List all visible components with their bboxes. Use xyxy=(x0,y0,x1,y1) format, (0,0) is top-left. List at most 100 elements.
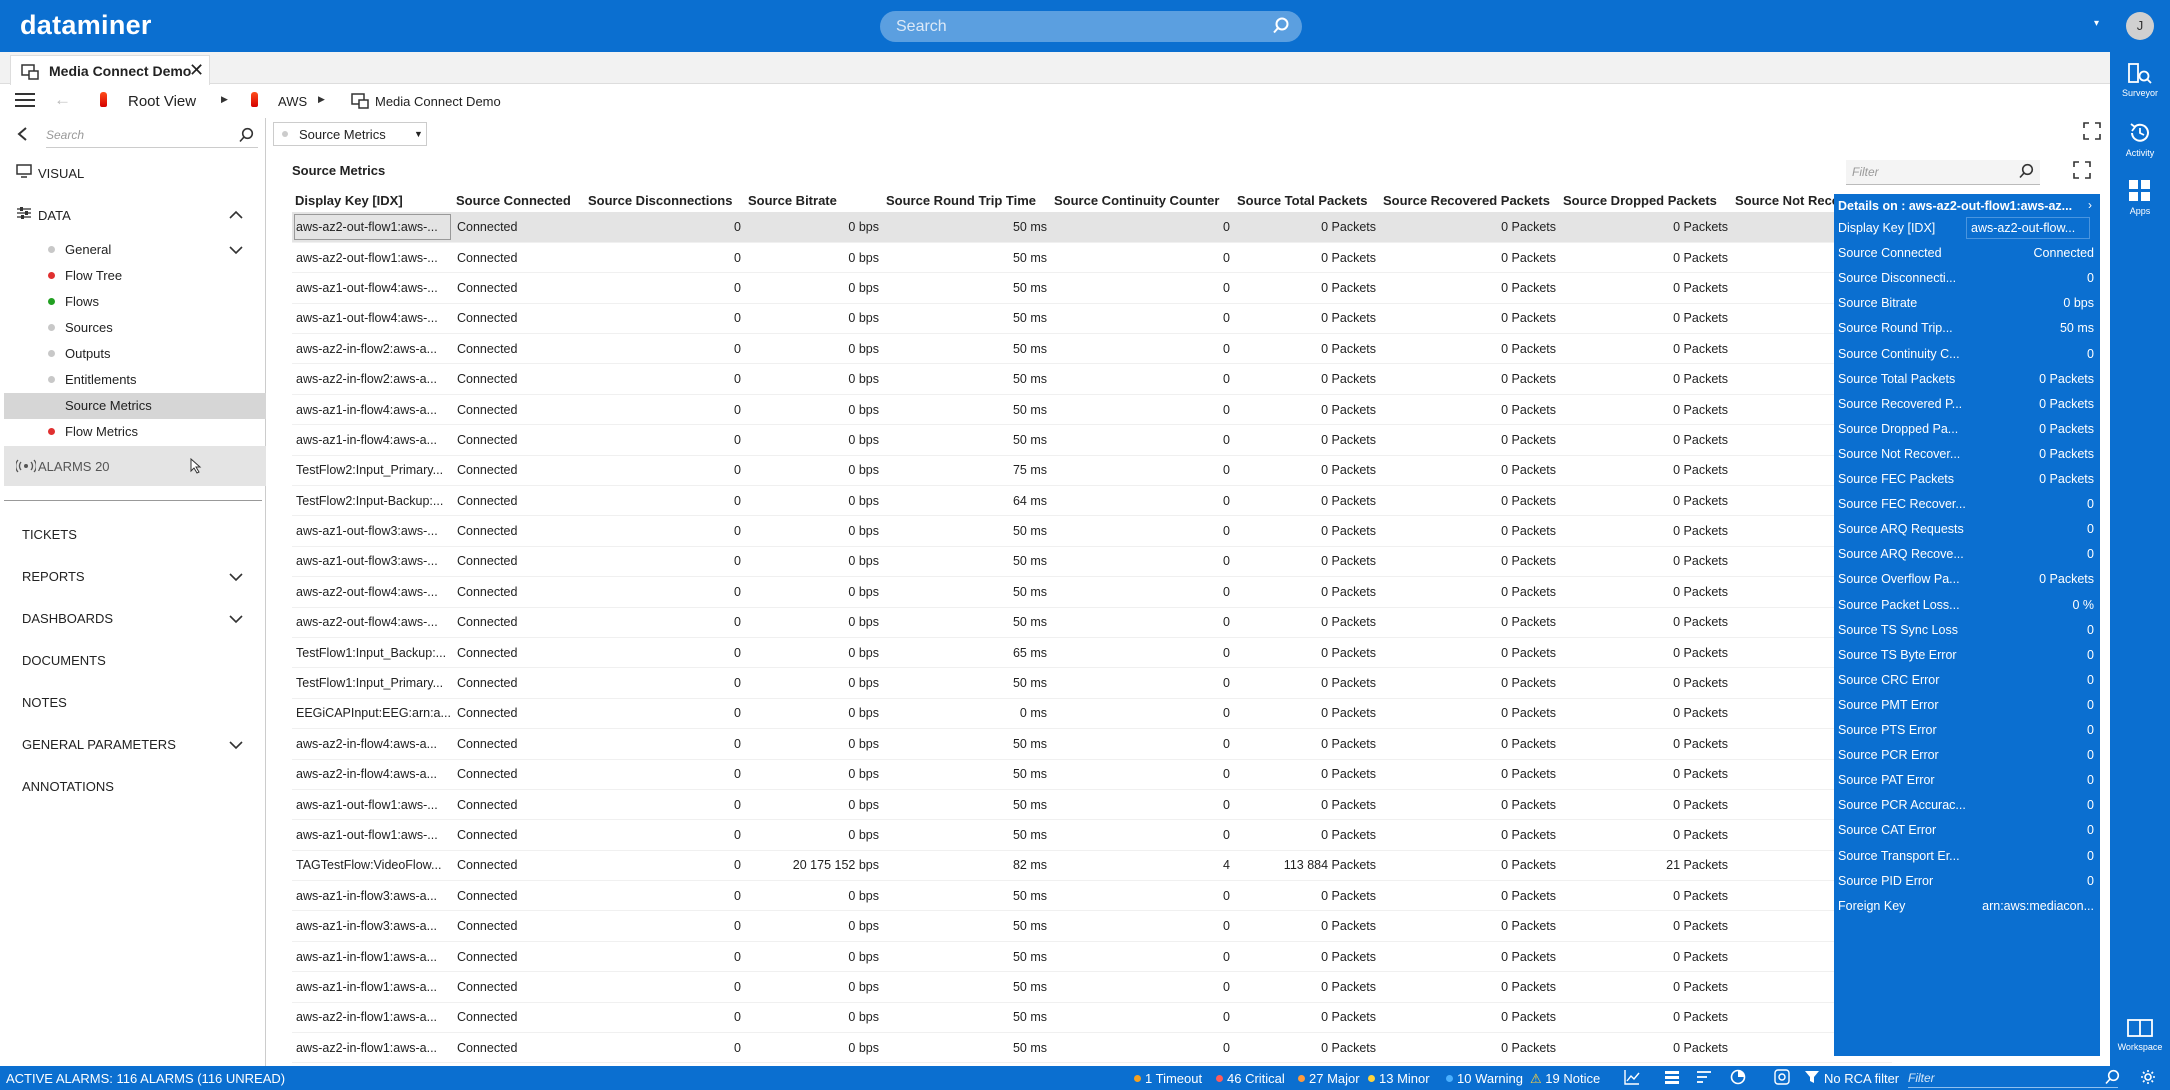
table-row[interactable]: aws-az1-in-flow4:aws-a... Connected 0 0 bps… xyxy=(292,394,1892,426)
display-key-cell[interactable]: TestFlow1:Input_Backup:... xyxy=(292,637,453,669)
search-icon[interactable] xyxy=(2104,1069,2120,1088)
tree-item-sources[interactable]: Sources xyxy=(65,320,113,335)
table-row[interactable]: aws-az1-out-flow1:aws-... Connected 0 0 bps… xyxy=(292,789,1892,821)
critical-count[interactable]: 46 Critical xyxy=(1216,1071,1285,1086)
chevron-down-icon[interactable] xyxy=(228,243,244,259)
column-header[interactable]: Source Connected xyxy=(453,188,585,212)
list-view-icon[interactable] xyxy=(1664,1069,1680,1088)
table-row[interactable]: TestFlow1:Input_Backup:... Connected 0 0 bp… xyxy=(292,637,1892,669)
display-key-cell[interactable]: aws-az2-in-flow4:aws-a... xyxy=(292,759,453,790)
display-key-cell[interactable]: aws-az1-out-flow4:aws-... xyxy=(292,272,453,304)
tree-item-general[interactable]: General xyxy=(65,242,111,257)
section-reports[interactable]: REPORTS xyxy=(22,569,85,584)
column-header[interactable]: Source Dropped Packets xyxy=(1560,188,1732,212)
tree-item-entitlements[interactable]: Entitlements xyxy=(65,372,137,387)
display-key-cell[interactable]: aws-az2-in-flow1:aws-a... xyxy=(292,1032,453,1064)
display-key-cell[interactable]: TestFlow2:Input_Primary... xyxy=(292,455,453,487)
chevron-up-icon[interactable] xyxy=(228,208,244,224)
rail-apps[interactable]: Apps xyxy=(2110,178,2170,216)
display-key-cell[interactable]: aws-az1-in-flow4:aws-a... xyxy=(292,394,453,426)
display-key-cell[interactable]: aws-az2-in-flow2:aws-a... xyxy=(292,363,453,395)
display-key-cell[interactable]: aws-az1-out-flow1:aws-... xyxy=(292,819,453,851)
table-row[interactable]: aws-az2-out-flow4:aws-... Connected 0 0 bps… xyxy=(292,607,1892,638)
display-key-cell[interactable]: aws-az2-in-flow1:aws-a... xyxy=(292,1002,453,1034)
left-search-input[interactable] xyxy=(46,124,226,146)
table-row[interactable]: aws-az2-out-flow1:aws-... Connected 0 0 bps… xyxy=(292,242,1892,274)
column-header[interactable]: Source Bitrate xyxy=(745,188,883,212)
sort-icon[interactable] xyxy=(1696,1069,1712,1088)
table-row[interactable]: aws-az2-in-flow1:aws-a... Connected 0 0 bps… xyxy=(292,1032,1892,1064)
chevron-down-icon[interactable] xyxy=(228,570,244,586)
table-row[interactable]: aws-az1-in-flow4:aws-a... Connected 0 0 bps… xyxy=(292,424,1892,456)
table-selector[interactable]: Source Metrics ▼ xyxy=(273,122,427,146)
search-icon[interactable] xyxy=(1272,17,1290,38)
section-visual[interactable]: VISUAL xyxy=(38,166,84,181)
global-search[interactable] xyxy=(880,11,1302,42)
table-row[interactable]: aws-az1-out-flow3:aws-... Connected 0 0 bps… xyxy=(292,515,1892,547)
status-filter-input[interactable] xyxy=(1908,1068,2078,1087)
rail-activity[interactable]: Activity xyxy=(2110,120,2170,158)
rca-filter[interactable]: No RCA filter xyxy=(1824,1071,1899,1086)
search-icon[interactable] xyxy=(2018,163,2034,182)
table-row[interactable]: aws-az2-in-flow1:aws-a... Connected 0 0 bps… xyxy=(292,1002,1892,1034)
table-row[interactable]: aws-az1-out-flow3:aws-... Connected 0 0 bps… xyxy=(292,546,1892,578)
column-header[interactable]: Source Disconnections xyxy=(585,188,745,212)
table-row[interactable]: aws-az1-out-flow4:aws-... Connected 0 0 bps… xyxy=(292,272,1892,304)
breadcrumb-root-view[interactable]: Root View xyxy=(128,93,196,110)
major-count[interactable]: 27 Major xyxy=(1298,1071,1360,1086)
chevron-down-icon[interactable] xyxy=(228,738,244,754)
column-header[interactable]: Source Continuity Counter xyxy=(1051,188,1234,212)
display-key-cell[interactable]: aws-az1-out-flow4:aws-... xyxy=(292,303,453,335)
table-row[interactable]: aws-az1-in-flow3:aws-a... Connected 0 0 bps… xyxy=(292,880,1892,912)
table-row[interactable]: aws-az1-in-flow1:aws-a... Connected 0 0 bps… xyxy=(292,941,1892,973)
display-key-cell[interactable]: aws-az2-out-flow1:aws-... xyxy=(292,212,453,243)
fullscreen-icon[interactable] xyxy=(2083,122,2101,143)
dropdown-arrow-icon[interactable]: ▾ xyxy=(2094,18,2099,29)
display-key-cell[interactable]: aws-az2-out-flow4:aws-... xyxy=(292,576,453,608)
target-icon[interactable] xyxy=(1774,1069,1790,1088)
display-key-cell[interactable]: TAGTestFlow:VideoFlow... xyxy=(292,850,453,882)
rail-surveyor[interactable]: Surveyor xyxy=(2110,62,2170,98)
section-tickets[interactable]: TICKETS xyxy=(22,527,77,542)
display-key-cell[interactable]: aws-az1-in-flow3:aws-a... xyxy=(292,880,453,912)
table-filter-input[interactable] xyxy=(1846,160,2006,183)
table-row[interactable]: TAGTestFlow:VideoFlow... Connected 0 20 175… xyxy=(292,850,1892,882)
rail-workspace[interactable]: Workspace xyxy=(2110,1018,2170,1052)
table-row[interactable]: TestFlow1:Input_Primary... Connected 0 0 bp… xyxy=(292,667,1892,699)
section-documents[interactable]: DOCUMENTS xyxy=(22,653,106,668)
warning-count[interactable]: 10 Warning xyxy=(1446,1071,1523,1086)
table-row[interactable]: aws-az2-out-flow4:aws-... Connected 0 0 bps… xyxy=(292,576,1892,608)
global-search-input[interactable] xyxy=(896,11,1256,42)
section-general-parameters[interactable]: GENERAL PARAMETERS xyxy=(22,737,176,752)
display-key-cell[interactable]: aws-az1-out-flow3:aws-... xyxy=(292,546,453,578)
tree-item-flows[interactable]: Flows xyxy=(65,294,99,309)
user-avatar[interactable]: J xyxy=(2126,12,2154,40)
display-key-cell[interactable]: aws-az2-out-flow4:aws-... xyxy=(292,607,453,638)
breadcrumb-element[interactable]: Media Connect Demo xyxy=(375,94,501,109)
display-key-cell[interactable]: aws-az2-in-flow4:aws-a... xyxy=(292,728,453,760)
minor-count[interactable]: 13 Minor xyxy=(1368,1071,1430,1086)
column-header[interactable]: Source Round Trip Time xyxy=(883,188,1051,212)
tab-media-connect-demo[interactable]: Media Connect Demo ✕ xyxy=(10,55,210,85)
display-key-cell[interactable]: aws-az2-in-flow2:aws-a... xyxy=(292,333,453,365)
section-notes[interactable]: NOTES xyxy=(22,695,67,710)
close-icon[interactable]: ✕ xyxy=(189,60,204,81)
table-row[interactable]: aws-az2-in-flow2:aws-a... Connected 0 0 bps… xyxy=(292,363,1892,395)
table-row[interactable]: aws-az1-out-flow1:aws-... Connected 0 0 bps… xyxy=(292,819,1892,851)
section-dashboards[interactable]: DASHBOARDS xyxy=(22,611,113,626)
settings-icon[interactable] xyxy=(2140,1069,2156,1088)
trend-icon[interactable] xyxy=(1624,1069,1640,1088)
display-key-cell[interactable]: aws-az1-in-flow3:aws-a... xyxy=(292,910,453,942)
section-annotations[interactable]: ANNOTATIONS xyxy=(22,779,114,794)
table-row[interactable]: aws-az2-in-flow4:aws-a... Connected 0 0 bps… xyxy=(292,759,1892,790)
table-row[interactable]: aws-az1-in-flow1:aws-a... Connected 0 0 bps… xyxy=(292,971,1892,1003)
alarms-label[interactable]: ALARMS 20 xyxy=(38,459,110,474)
fullscreen-icon[interactable] xyxy=(2073,161,2091,182)
display-key-cell[interactable]: aws-az1-out-flow3:aws-... xyxy=(292,515,453,547)
display-key-cell[interactable]: aws-az2-out-flow1:aws-... xyxy=(292,242,453,274)
active-alarms-summary[interactable]: ACTIVE ALARMS: 116 ALARMS (116 UNREAD) xyxy=(6,1071,285,1086)
back-arrow-icon[interactable]: ← xyxy=(54,90,71,110)
column-header[interactable]: Display Key [IDX] xyxy=(292,188,453,212)
table-row[interactable]: EEGiCAPInput:EEG:arn:a... Connected 0 0 bps… xyxy=(292,698,1892,730)
search-icon[interactable] xyxy=(238,127,254,146)
